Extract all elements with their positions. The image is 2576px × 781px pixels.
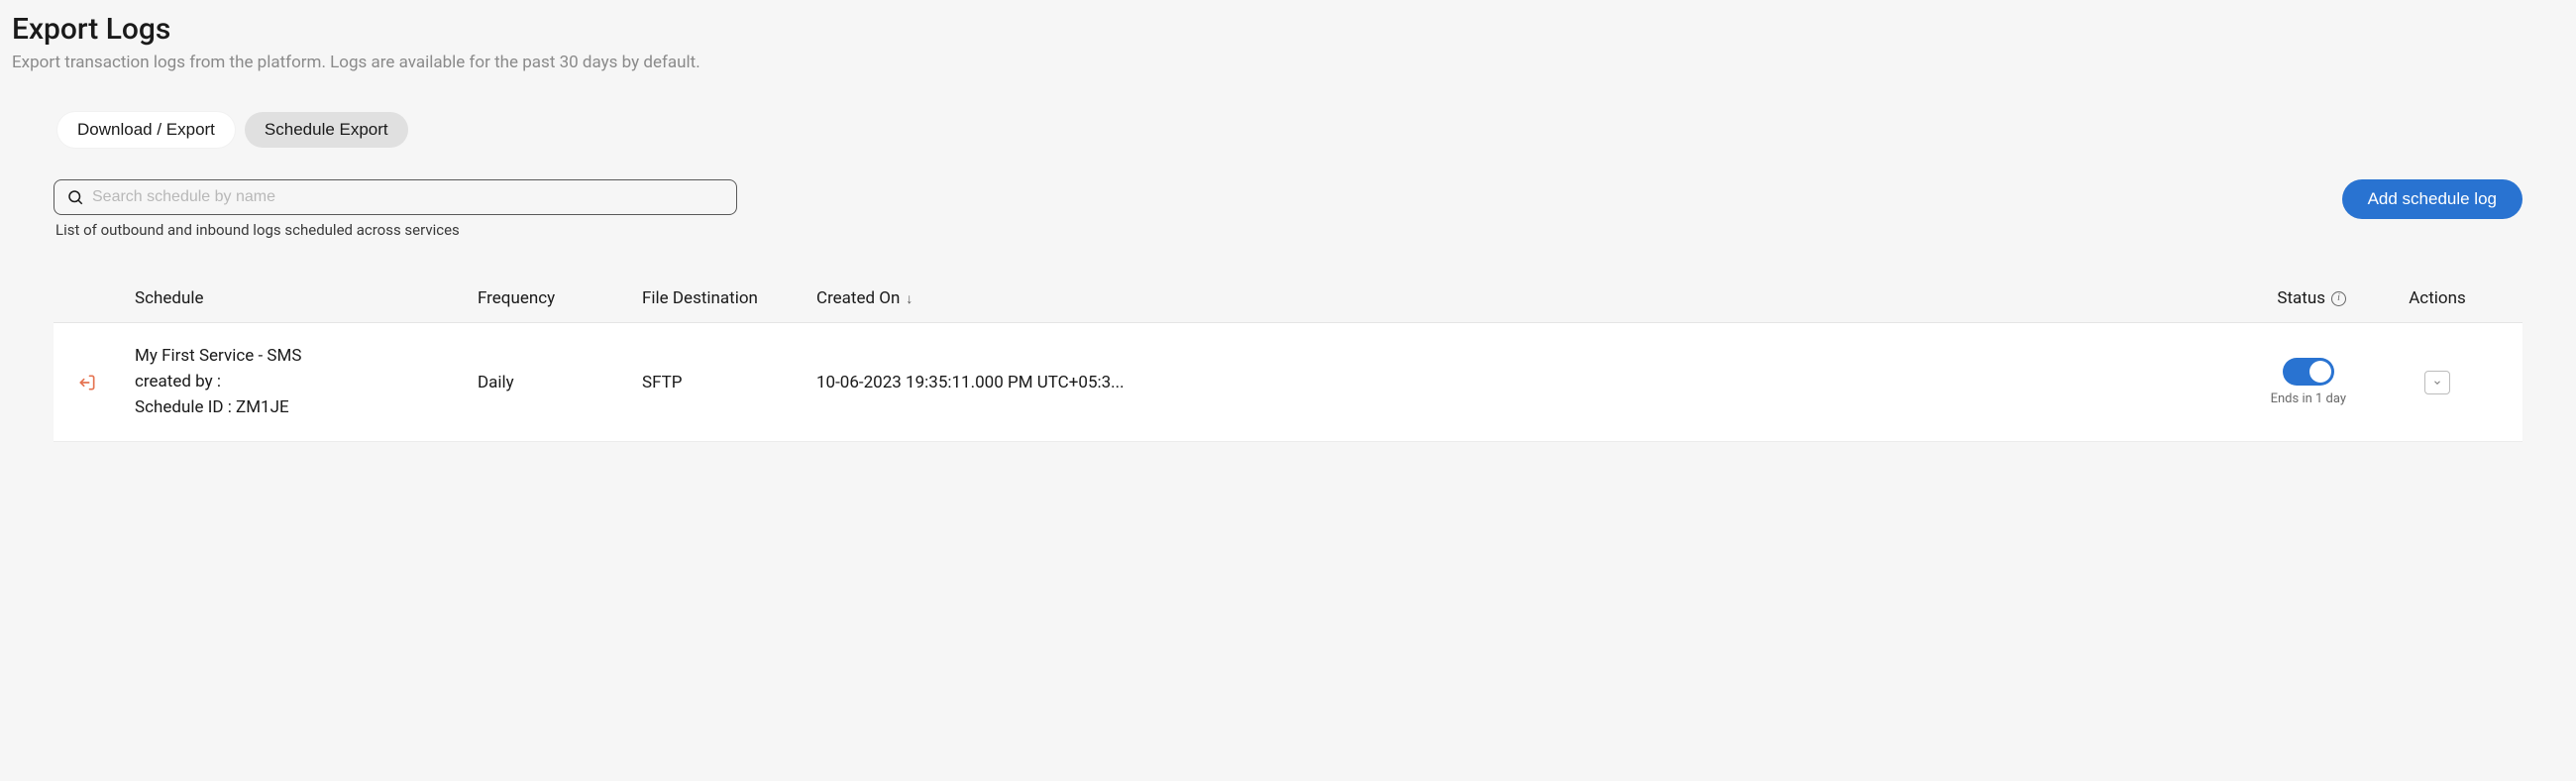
search-icon <box>66 188 84 206</box>
tabs: Download / Export Schedule Export <box>54 112 2522 148</box>
table-row: My First Service - SMS created by : Sche… <box>54 323 2522 442</box>
chevron-down-icon <box>2432 378 2442 388</box>
file-destination-value: SFTP <box>642 373 683 392</box>
col-header-frequency[interactable]: Frequency <box>478 288 555 308</box>
schedules-table: Schedule Frequency File Destination Crea… <box>54 275 2522 442</box>
status-caption: Ends in 1 day <box>2271 391 2346 406</box>
info-icon[interactable]: i <box>2331 291 2346 306</box>
outbound-icon <box>77 373 97 392</box>
schedule-created-by: created by : <box>135 371 478 394</box>
tab-schedule-export[interactable]: Schedule Export <box>245 112 408 148</box>
schedule-id: Schedule ID : ZM1JE <box>135 396 478 420</box>
col-header-schedule[interactable]: Schedule <box>135 288 203 308</box>
actions-menu-button[interactable] <box>2424 371 2450 394</box>
search-caption: List of outbound and inbound logs schedu… <box>54 221 737 239</box>
search-box[interactable] <box>54 179 737 215</box>
page-title: Export Logs <box>12 12 2564 47</box>
col-header-created-on[interactable]: Created On <box>816 288 900 308</box>
created-on-value: 10-06-2023 19:35:11.000 PM UTC+05:3... <box>816 373 1125 392</box>
status-toggle[interactable] <box>2283 358 2334 386</box>
frequency-value: Daily <box>478 373 514 392</box>
page-subtitle: Export transaction logs from the platfor… <box>12 53 2564 72</box>
col-header-actions: Actions <box>2409 288 2466 308</box>
schedule-name: My First Service - SMS <box>135 345 478 369</box>
tab-download-export[interactable]: Download / Export <box>57 112 235 148</box>
table-header-row: Schedule Frequency File Destination Crea… <box>54 275 2522 323</box>
col-header-status[interactable]: Status <box>2277 288 2325 308</box>
col-header-file-destination[interactable]: File Destination <box>642 288 758 308</box>
search-input[interactable] <box>92 188 724 206</box>
add-schedule-log-button[interactable]: Add schedule log <box>2342 179 2522 219</box>
sort-descending-icon[interactable]: ↓ <box>906 290 912 307</box>
